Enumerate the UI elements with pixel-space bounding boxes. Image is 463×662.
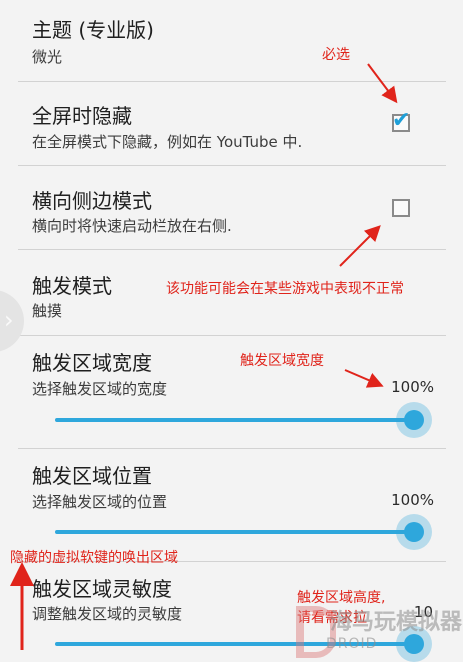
trigger-position-title: 触发区域位置	[32, 464, 152, 488]
trigger-width-value: 100%	[391, 378, 434, 396]
divider	[18, 335, 446, 336]
watermark-brand: DROID	[326, 636, 378, 652]
trigger-width-title: 触发区域宽度	[32, 351, 152, 375]
landscape-side-checkbox[interactable]	[392, 199, 410, 217]
landscape-side-subtitle: 横向时将快速启动栏放在右侧.	[32, 217, 232, 235]
arrow-width	[344, 369, 384, 388]
chevron-right-icon: ›	[4, 306, 14, 334]
trigger-position-slider-track[interactable]	[55, 530, 410, 534]
divider	[18, 448, 446, 449]
landscape-side-title: 横向侧边模式	[32, 189, 152, 213]
trigger-width-slider-thumb[interactable]	[396, 402, 432, 438]
trigger-sensitivity-title: 触发区域灵敏度	[32, 577, 172, 601]
trigger-mode-title: 触发模式	[32, 274, 112, 298]
trigger-mode-value: 触摸	[32, 302, 63, 320]
trigger-width-subtitle: 选择触发区域的宽度	[32, 380, 168, 398]
annotation-game-warning: 该功能可能会在某些游戏中表现不正常	[166, 281, 404, 297]
trigger-sensitivity-subtitle: 调整触发区域的灵敏度	[32, 605, 183, 623]
fullscreen-hide-subtitle: 在全屏模式下隐藏，例如在 YouTube 中.	[32, 133, 303, 151]
theme-setting-row[interactable]	[0, 0, 463, 80]
trigger-position-slider-thumb[interactable]	[396, 514, 432, 550]
trigger-position-value: 100%	[391, 491, 434, 509]
trigger-width-slider-track[interactable]	[55, 418, 410, 422]
fullscreen-hide-checkbox[interactable]: ✔	[392, 110, 410, 132]
checkmark-icon: ✔	[392, 108, 411, 133]
annotation-hidden-keys: 隐藏的虚拟软键的唤出区域	[10, 550, 178, 566]
annotation-width: 触发区域宽度	[240, 353, 324, 369]
fullscreen-hide-title: 全屏时隐藏	[32, 104, 132, 128]
annotation-required: 必选	[322, 47, 350, 63]
trigger-position-subtitle: 选择触发区域的位置	[32, 493, 168, 511]
watermark-cn: 海马玩模拟器	[330, 610, 463, 635]
